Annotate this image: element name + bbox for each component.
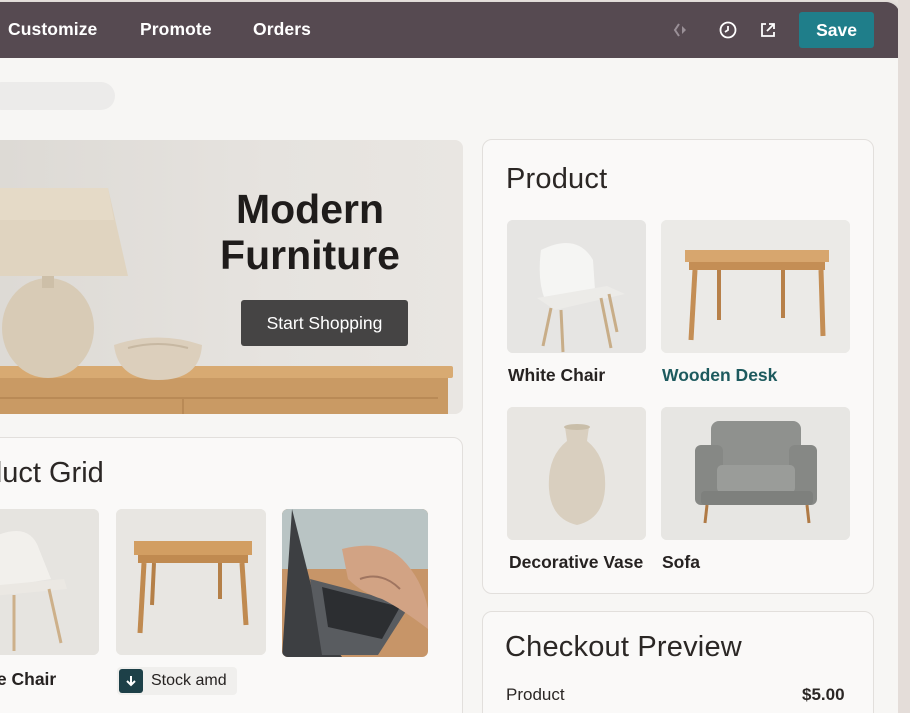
nav-customize[interactable]: Customize [8, 19, 97, 40]
history-icon[interactable] [717, 19, 739, 41]
save-button[interactable]: Save [799, 12, 874, 48]
grid-item-image-laptop[interactable] [282, 509, 428, 657]
product-grid-section: Product Grid White Chair [0, 437, 463, 713]
nav-promote[interactable]: Promote [140, 19, 212, 40]
product-image-white-chair[interactable] [507, 220, 646, 353]
hero-banner: Modern Furniture Start Shopping [0, 140, 463, 414]
product-image-sofa[interactable] [661, 407, 850, 540]
checkout-title: Checkout Preview [505, 631, 742, 663]
product-section: Product White Chair Wooden Desk Decorati… [482, 139, 874, 594]
hero-title: Modern Furniture [210, 186, 410, 278]
nav-orders[interactable]: Orders [253, 19, 311, 40]
product-label-white-chair[interactable]: White Chair [508, 365, 605, 386]
window-edge [898, 0, 910, 713]
grid-item-image-table[interactable] [116, 509, 266, 655]
stock-badge[interactable]: Stock amd [117, 667, 237, 695]
product-title: Product [506, 163, 608, 195]
open-external-icon[interactable] [757, 19, 779, 41]
product-image-decorative-vase[interactable] [507, 407, 646, 540]
checkout-row-label: Product [506, 685, 565, 704]
product-label-wooden-desk[interactable]: Wooden Desk [662, 365, 777, 386]
grid-item-label: White Chair [0, 669, 57, 689]
stock-badge-label: Stock amd [151, 672, 227, 689]
editor-window: Customize Promote Orders Save Modern Fur… [0, 2, 900, 713]
start-shopping-button[interactable]: Start Shopping [241, 300, 408, 346]
product-image-wooden-desk[interactable] [661, 220, 850, 353]
product-label-decorative-vase[interactable]: Decorative Vase [509, 552, 643, 573]
grid-item-image-chair[interactable] [0, 509, 99, 655]
top-toolbar: Customize Promote Orders Save [0, 2, 900, 58]
checkout-preview-section: Checkout Preview Product $5.00 [482, 611, 874, 713]
product-label-sofa[interactable]: Sofa [662, 552, 700, 573]
product-grid-title: Product Grid [0, 457, 104, 489]
hero-title-line1: Modern [235, 186, 385, 232]
checkout-row-price: $5.00 [802, 685, 845, 704]
download-arrow-icon [119, 669, 143, 693]
search-bar[interactable] [0, 82, 115, 110]
hero-title-line2: Furniture [220, 232, 400, 278]
mobile-preview-icon[interactable] [671, 19, 693, 41]
